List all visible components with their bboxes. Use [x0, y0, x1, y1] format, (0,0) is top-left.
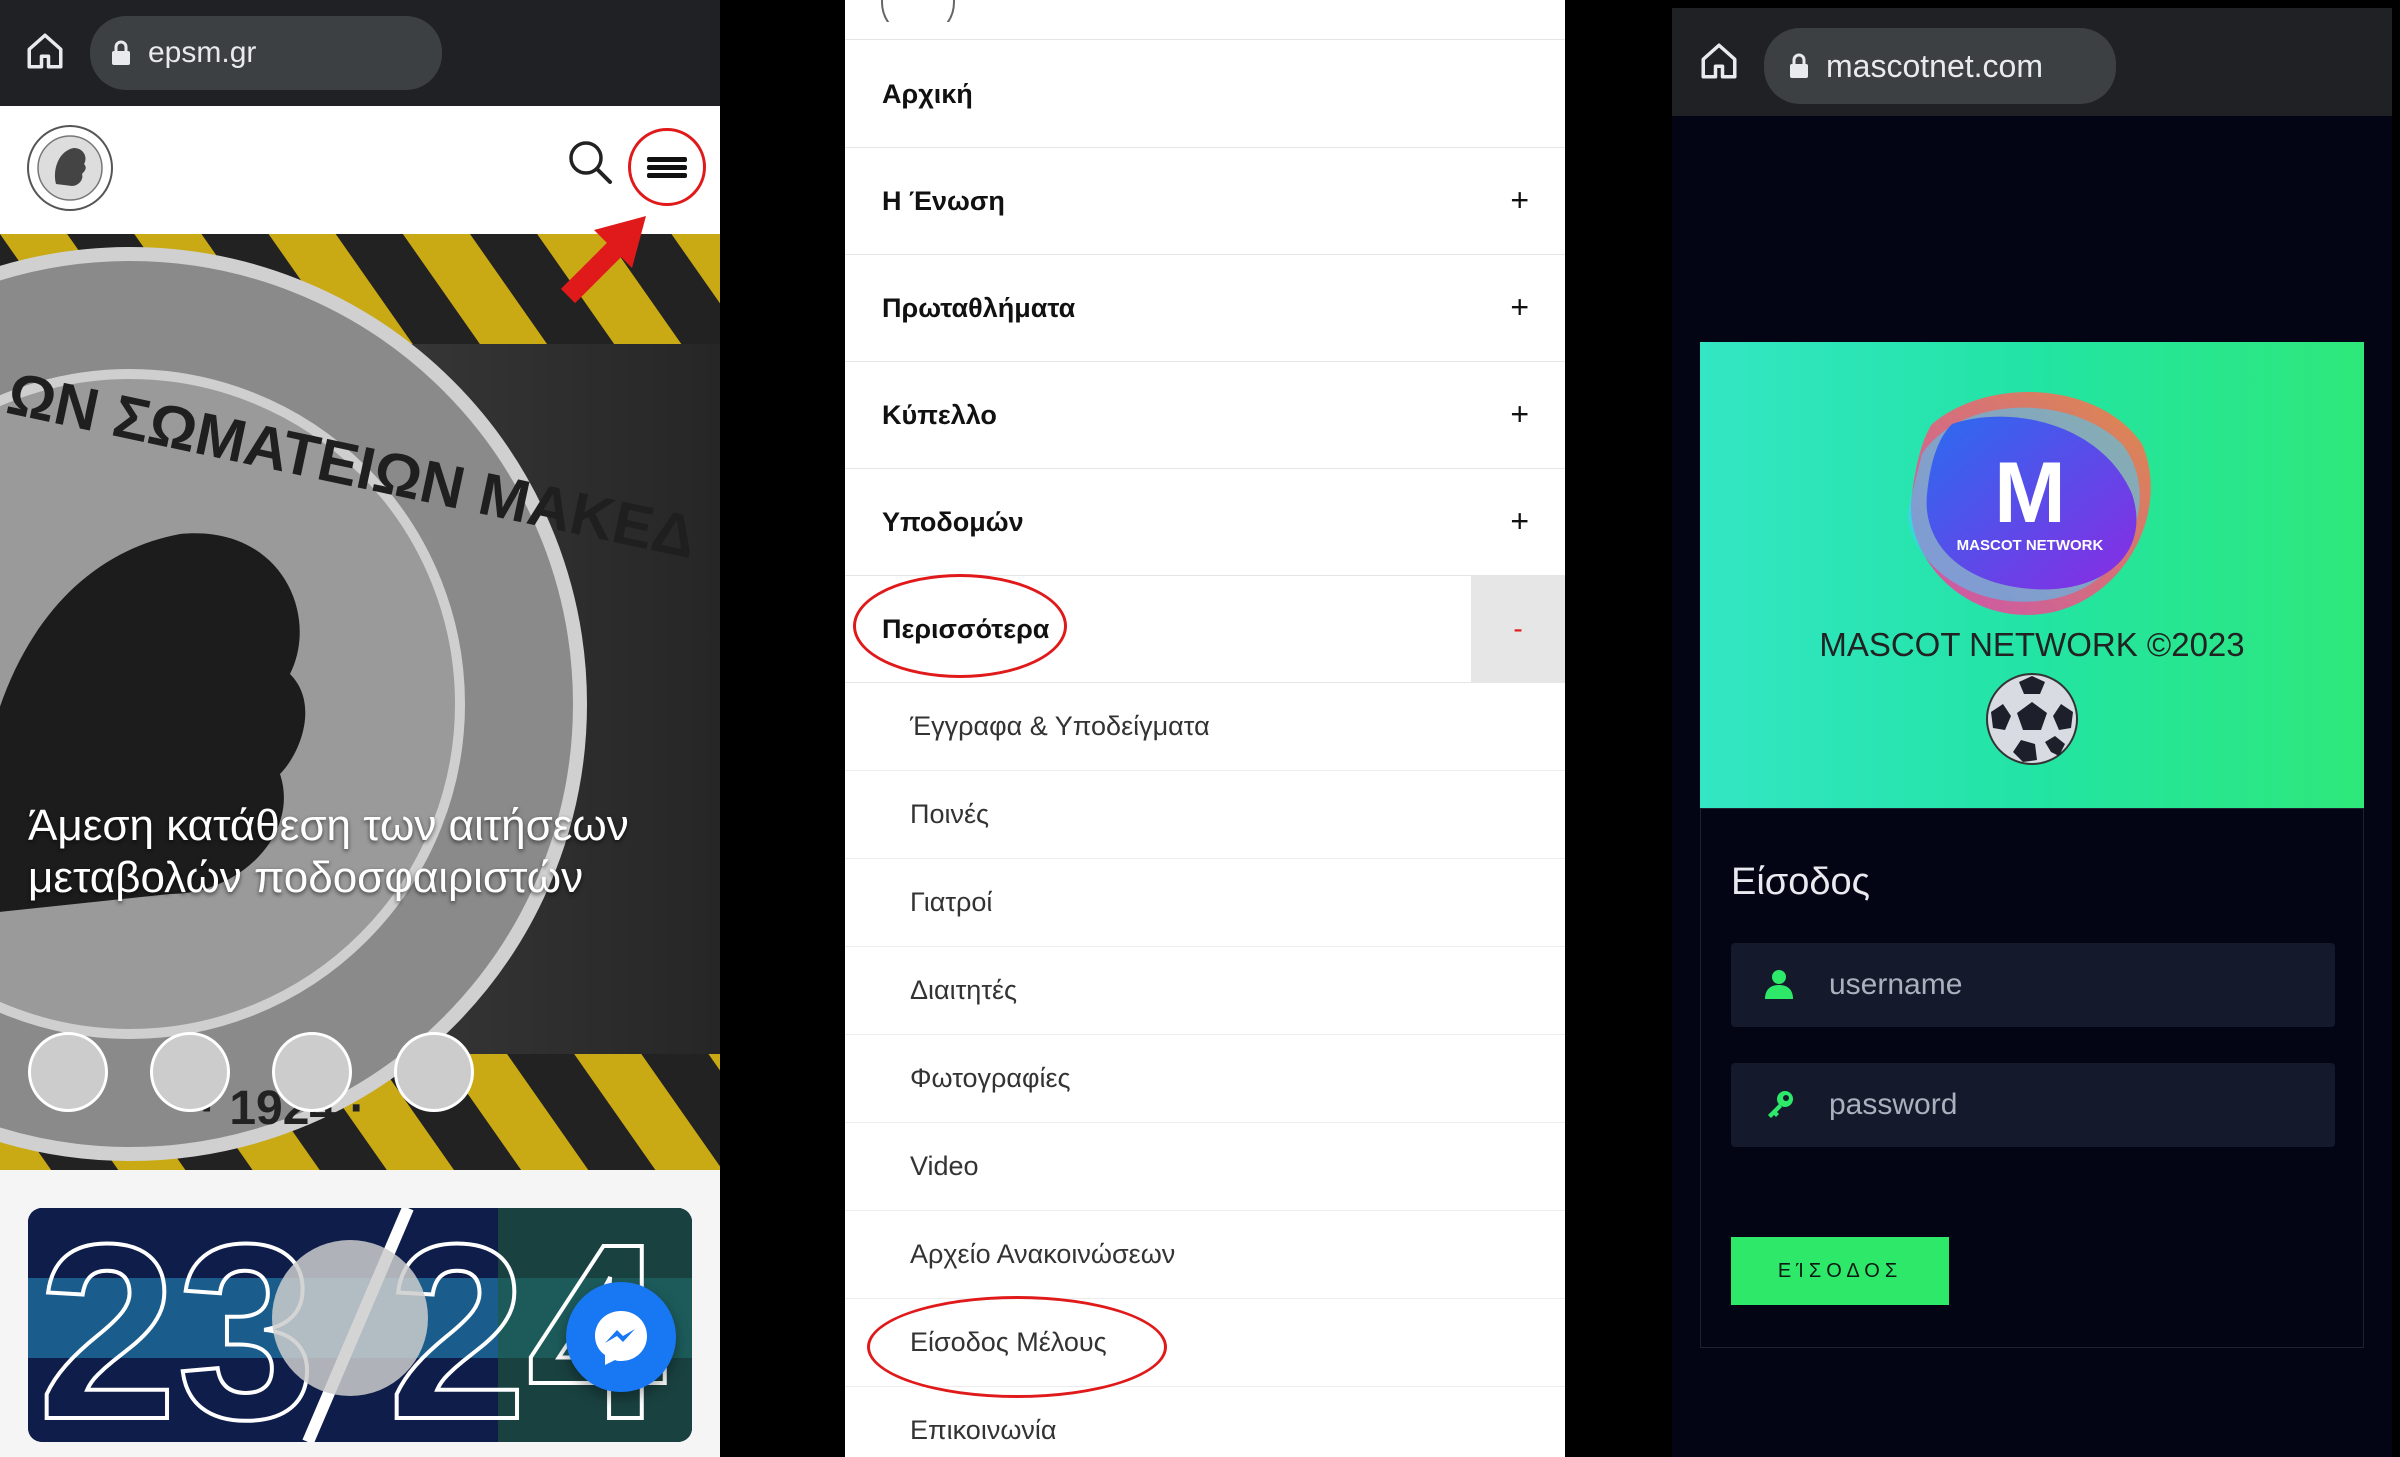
- menu-item-label: Κύπελλο: [882, 399, 997, 430]
- menu-item-label: Αρχική: [882, 78, 973, 109]
- soccer-ball-icon: [1986, 673, 2078, 765]
- slider-thumb-2[interactable]: [150, 1032, 230, 1112]
- menu-item-label: Η Ένωση: [882, 185, 1005, 216]
- home-icon[interactable]: [24, 30, 66, 72]
- submenu-item-penalties[interactable]: Ποινές: [845, 771, 1565, 859]
- password-field[interactable]: [1731, 1063, 2335, 1147]
- epsm-logo[interactable]: [26, 124, 114, 212]
- menu-item-championships[interactable]: Πρωταθλήματα +: [845, 255, 1565, 362]
- expand-icon[interactable]: +: [1510, 503, 1529, 540]
- slider-thumb-3[interactable]: [272, 1032, 352, 1112]
- submenu-item-doctors[interactable]: Γιατροί: [845, 859, 1565, 947]
- hero-caption[interactable]: Άμεση κατάθεση των αιτήσεων μεταβολών πο…: [28, 800, 688, 904]
- menu-item-more[interactable]: Περισσότερα -: [845, 576, 1565, 683]
- address-bar[interactable]: epsm.gr: [90, 16, 442, 90]
- menu-logo-partial: [881, 0, 955, 22]
- submenu-item-documents[interactable]: Έγγραφα & Υποδείγματα: [845, 683, 1565, 771]
- logo-letter: M: [1994, 445, 2066, 541]
- hero-background: · 1924 · ΩΝ ΣΩΜΑΤΕΙΩΝ ΜΑΚΕΔ: [0, 234, 720, 1170]
- login-button[interactable]: ΕΊΣΟΔΟΣ: [1731, 1237, 1949, 1305]
- expand-icon[interactable]: +: [1510, 289, 1529, 326]
- submenu-item-video[interactable]: Video: [845, 1123, 1565, 1211]
- submenu-item-announcements[interactable]: Αρχείο Ανακοινώσεων: [845, 1211, 1565, 1299]
- menu-item-label: Υποδομών: [882, 506, 1024, 537]
- messenger-icon: [595, 1311, 647, 1365]
- submenu-item-contact[interactable]: Επικοινωνία: [845, 1387, 1565, 1457]
- epsm-screen: epsm.gr · 1924 · ΩΝ ΣΩΜΑΤΕΙΩΝ ΜΑΚΕΔ Άμεσ…: [0, 0, 720, 1457]
- expand-icon[interactable]: +: [1510, 182, 1529, 219]
- lock-icon: [1790, 53, 1808, 78]
- search-icon[interactable]: [566, 138, 614, 186]
- logo-subtext: MASCOT NETWORK: [1957, 537, 2104, 554]
- menu-item-union[interactable]: Η Ένωση +: [845, 148, 1565, 255]
- slider-thumbnails: [28, 1032, 474, 1112]
- address-bar[interactable]: mascotnet.com: [1764, 28, 2116, 104]
- mascot-banner: M MASCOT NETWORK MASCOT NETWORK ©2023: [1700, 342, 2364, 808]
- password-input[interactable]: [1829, 1088, 2309, 1122]
- menu-top-strip: [845, 0, 1565, 40]
- brand-copyright: MASCOT NETWORK ©2023: [1819, 626, 2245, 663]
- url-text: mascotnet.com: [1826, 47, 2043, 84]
- menu-item-youth[interactable]: Υποδομών +: [845, 469, 1565, 576]
- slider-thumb-1[interactable]: [28, 1032, 108, 1112]
- browser-toolbar: mascotnet.com: [1672, 8, 2392, 116]
- mascot-network-logo: M MASCOT NETWORK: [1907, 391, 2151, 615]
- menu-item-cup[interactable]: Κύπελλο +: [845, 362, 1565, 469]
- menu-item-label: Πρωταθλήματα: [882, 292, 1076, 323]
- home-icon[interactable]: [1698, 40, 1740, 82]
- submenu-item-member-login[interactable]: Είσοδος Μέλους: [845, 1299, 1565, 1387]
- menu-item-label: Περισσότερα: [882, 613, 1050, 644]
- login-card: Είσοδος ΕΊΣΟΔΟΣ: [1700, 808, 2364, 1348]
- lock-icon: [112, 40, 130, 65]
- submenu-item-referees[interactable]: Διαιτητές: [845, 947, 1565, 1035]
- menu-item-home[interactable]: Αρχική: [845, 41, 1565, 148]
- hero-slider[interactable]: · 1924 · ΩΝ ΣΩΜΑΤΕΙΩΝ ΜΑΚΕΔ Άμεση κατάθε…: [0, 234, 720, 1170]
- user-icon: [1765, 970, 1793, 999]
- expand-icon[interactable]: +: [1510, 396, 1529, 433]
- mascotnet-screen: mascotnet.com M MASCOT NETWORK MASCOT NE…: [1672, 8, 2392, 1457]
- key-icon: [1768, 1091, 1793, 1118]
- epsm-menu-screen: Αρχική Η Ένωση + Πρωταθλήματα + Κύπελλο …: [845, 0, 1565, 1457]
- messenger-chat-button[interactable]: [566, 1282, 676, 1392]
- submenu-item-photos[interactable]: Φωτογραφίες: [845, 1035, 1565, 1123]
- collapse-icon[interactable]: -: [1471, 576, 1565, 682]
- screenshot-composite: epsm.gr · 1924 · ΩΝ ΣΩΜΑΤΕΙΩΝ ΜΑΚΕΔ Άμεσ…: [0, 0, 2400, 1457]
- browser-toolbar: epsm.gr: [0, 0, 720, 106]
- url-text: epsm.gr: [148, 36, 257, 69]
- login-title: Είσοδος: [1731, 861, 1870, 903]
- username-field[interactable]: [1731, 943, 2335, 1027]
- hamburger-menu-button[interactable]: [628, 128, 706, 206]
- slider-thumb-4[interactable]: [394, 1032, 474, 1112]
- username-input[interactable]: [1829, 968, 2309, 1002]
- red-arrow-annotation: [560, 216, 646, 304]
